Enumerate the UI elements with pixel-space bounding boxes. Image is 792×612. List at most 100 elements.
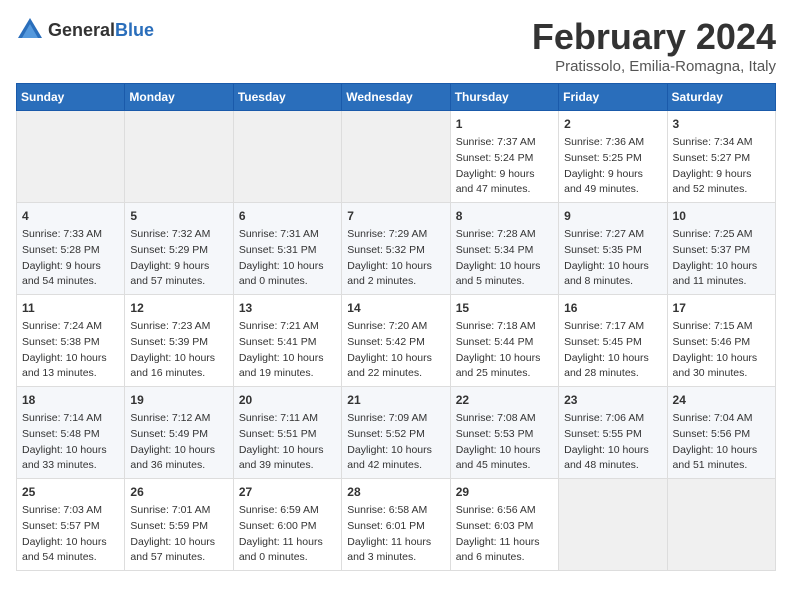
calendar-cell: 5 Sunrise: 7:32 AM Sunset: 5:29 PM Daylig… — [125, 203, 233, 295]
calendar-cell: 29Sunrise: 6:56 AM Sunset: 6:03 PM Dayli… — [450, 479, 558, 571]
calendar-cell: 25 Sunrise: 7:03 AM Sunset: 5:57 PM Dayli… — [17, 479, 125, 571]
day-number: 7 — [347, 207, 444, 225]
day-content: Sunrise: 7:18 AM Sunset: 5:44 PM Dayligh… — [456, 319, 553, 382]
day-number: 2 — [564, 115, 661, 133]
header-day-wednesday: Wednesday — [342, 84, 450, 111]
day-number: 27 — [239, 483, 336, 501]
calendar-cell: 17 Sunrise: 7:15 AM Sunset: 5:46 PM Dayli… — [667, 295, 775, 387]
calendar-cell — [342, 111, 450, 203]
day-content: Sunrise: 7:28 AM Sunset: 5:34 PM Dayligh… — [456, 227, 553, 290]
calendar-cell: 13Sunrise: 7:21 AM Sunset: 5:41 PM Dayli… — [233, 295, 341, 387]
day-content: Sunrise: 7:36 AM Sunset: 5:25 PM Dayligh… — [564, 135, 661, 198]
header-day-saturday: Saturday — [667, 84, 775, 111]
day-content: Sunrise: 7:09 AM Sunset: 5:52 PM Dayligh… — [347, 411, 444, 474]
day-number: 8 — [456, 207, 553, 225]
logo-text-blue: Blue — [115, 20, 154, 40]
day-content: Sunrise: 7:24 AM Sunset: 5:38 PM Dayligh… — [22, 319, 119, 382]
day-number: 25 — [22, 483, 119, 501]
day-content: Sunrise: 7:01 AM Sunset: 5:59 PM Dayligh… — [130, 503, 227, 566]
day-number: 19 — [130, 391, 227, 409]
calendar-cell: 4Sunrise: 7:33 AM Sunset: 5:28 PM Daylig… — [17, 203, 125, 295]
calendar-cell: 16 Sunrise: 7:17 AM Sunset: 5:45 PM Dayli… — [559, 295, 667, 387]
calendar-cell: 1Sunrise: 7:37 AM Sunset: 5:24 PM Daylig… — [450, 111, 558, 203]
header-day-tuesday: Tuesday — [233, 84, 341, 111]
calendar-cell — [667, 479, 775, 571]
calendar-cell: 27 Sunrise: 6:59 AM Sunset: 6:00 PM Dayli… — [233, 479, 341, 571]
week-row-1: 1Sunrise: 7:37 AM Sunset: 5:24 PM Daylig… — [17, 111, 776, 203]
logo: GeneralBlue — [16, 16, 154, 44]
day-number: 6 — [239, 207, 336, 225]
header-day-friday: Friday — [559, 84, 667, 111]
day-number: 14 — [347, 299, 444, 317]
day-content: Sunrise: 7:20 AM Sunset: 5:42 PM Dayligh… — [347, 319, 444, 382]
calendar-cell: 15Sunrise: 7:18 AM Sunset: 5:44 PM Dayli… — [450, 295, 558, 387]
calendar-cell — [125, 111, 233, 203]
day-content: Sunrise: 7:08 AM Sunset: 5:53 PM Dayligh… — [456, 411, 553, 474]
day-content: Sunrise: 7:34 AM Sunset: 5:27 PM Dayligh… — [673, 135, 770, 198]
day-content: Sunrise: 7:03 AM Sunset: 5:57 PM Dayligh… — [22, 503, 119, 566]
day-content: Sunrise: 7:32 AM Sunset: 5:29 PM Dayligh… — [130, 227, 227, 290]
calendar-cell: 18 Sunrise: 7:14 AM Sunset: 5:48 PM Dayli… — [17, 387, 125, 479]
header-day-monday: Monday — [125, 84, 233, 111]
day-content: Sunrise: 7:04 AM Sunset: 5:56 PM Dayligh… — [673, 411, 770, 474]
day-number: 10 — [673, 207, 770, 225]
day-number: 23 — [564, 391, 661, 409]
calendar-table: SundayMondayTuesdayWednesdayThursdayFrid… — [16, 83, 776, 571]
week-row-4: 18 Sunrise: 7:14 AM Sunset: 5:48 PM Dayli… — [17, 387, 776, 479]
calendar-cell: 12Sunrise: 7:23 AM Sunset: 5:39 PM Dayli… — [125, 295, 233, 387]
day-content: Sunrise: 7:25 AM Sunset: 5:37 PM Dayligh… — [673, 227, 770, 290]
calendar-cell: 26Sunrise: 7:01 AM Sunset: 5:59 PM Dayli… — [125, 479, 233, 571]
day-content: Sunrise: 7:29 AM Sunset: 5:32 PM Dayligh… — [347, 227, 444, 290]
day-content: Sunrise: 7:27 AM Sunset: 5:35 PM Dayligh… — [564, 227, 661, 290]
day-number: 11 — [22, 299, 119, 317]
calendar-cell: 28 Sunrise: 6:58 AM Sunset: 6:01 PM Dayli… — [342, 479, 450, 571]
calendar-cell — [17, 111, 125, 203]
week-row-5: 25 Sunrise: 7:03 AM Sunset: 5:57 PM Dayli… — [17, 479, 776, 571]
day-number: 20 — [239, 391, 336, 409]
day-content: Sunrise: 7:31 AM Sunset: 5:31 PM Dayligh… — [239, 227, 336, 290]
day-number: 9 — [564, 207, 661, 225]
day-number: 17 — [673, 299, 770, 317]
week-row-2: 4Sunrise: 7:33 AM Sunset: 5:28 PM Daylig… — [17, 203, 776, 295]
header-day-sunday: Sunday — [17, 84, 125, 111]
day-content: Sunrise: 7:17 AM Sunset: 5:45 PM Dayligh… — [564, 319, 661, 382]
week-row-3: 11 Sunrise: 7:24 AM Sunset: 5:38 PM Dayli… — [17, 295, 776, 387]
day-number: 16 — [564, 299, 661, 317]
day-content: Sunrise: 7:33 AM Sunset: 5:28 PM Dayligh… — [22, 227, 119, 290]
day-number: 29 — [456, 483, 553, 501]
day-number: 12 — [130, 299, 227, 317]
header-day-thursday: Thursday — [450, 84, 558, 111]
day-content: Sunrise: 6:59 AM Sunset: 6:00 PM Dayligh… — [239, 503, 336, 566]
day-content: Sunrise: 7:14 AM Sunset: 5:48 PM Dayligh… — [22, 411, 119, 474]
calendar-cell: 11 Sunrise: 7:24 AM Sunset: 5:38 PM Dayli… — [17, 295, 125, 387]
logo-text-general: General — [48, 20, 115, 40]
logo-icon — [16, 16, 44, 44]
day-number: 3 — [673, 115, 770, 133]
calendar-cell: 20 Sunrise: 7:11 AM Sunset: 5:51 PM Dayli… — [233, 387, 341, 479]
calendar-cell: 14 Sunrise: 7:20 AM Sunset: 5:42 PM Dayli… — [342, 295, 450, 387]
day-content: Sunrise: 7:06 AM Sunset: 5:55 PM Dayligh… — [564, 411, 661, 474]
day-number: 21 — [347, 391, 444, 409]
calendar-cell — [233, 111, 341, 203]
day-content: Sunrise: 7:11 AM Sunset: 5:51 PM Dayligh… — [239, 411, 336, 474]
calendar-cell: 2 Sunrise: 7:36 AM Sunset: 5:25 PM Daylig… — [559, 111, 667, 203]
day-content: Sunrise: 7:12 AM Sunset: 5:49 PM Dayligh… — [130, 411, 227, 474]
calendar-cell: 8 Sunrise: 7:28 AM Sunset: 5:34 PM Daylig… — [450, 203, 558, 295]
day-content: Sunrise: 7:37 AM Sunset: 5:24 PM Dayligh… — [456, 135, 553, 198]
calendar-title: February 2024 — [532, 16, 776, 58]
calendar-cell: 7 Sunrise: 7:29 AM Sunset: 5:32 PM Daylig… — [342, 203, 450, 295]
day-number: 13 — [239, 299, 336, 317]
calendar-cell: 22 Sunrise: 7:08 AM Sunset: 5:53 PM Dayli… — [450, 387, 558, 479]
calendar-cell: 24Sunrise: 7:04 AM Sunset: 5:56 PM Dayli… — [667, 387, 775, 479]
day-number: 28 — [347, 483, 444, 501]
day-number: 22 — [456, 391, 553, 409]
day-content: Sunrise: 6:58 AM Sunset: 6:01 PM Dayligh… — [347, 503, 444, 566]
day-number: 18 — [22, 391, 119, 409]
calendar-cell: 21 Sunrise: 7:09 AM Sunset: 5:52 PM Dayli… — [342, 387, 450, 479]
day-number: 5 — [130, 207, 227, 225]
day-content: Sunrise: 7:15 AM Sunset: 5:46 PM Dayligh… — [673, 319, 770, 382]
calendar-cell: 23 Sunrise: 7:06 AM Sunset: 5:55 PM Dayli… — [559, 387, 667, 479]
header-row: SundayMondayTuesdayWednesdayThursdayFrid… — [17, 84, 776, 111]
page-header: GeneralBlue February 2024 Pratissolo, Em… — [16, 16, 776, 75]
calendar-cell: 9 Sunrise: 7:27 AM Sunset: 5:35 PM Daylig… — [559, 203, 667, 295]
